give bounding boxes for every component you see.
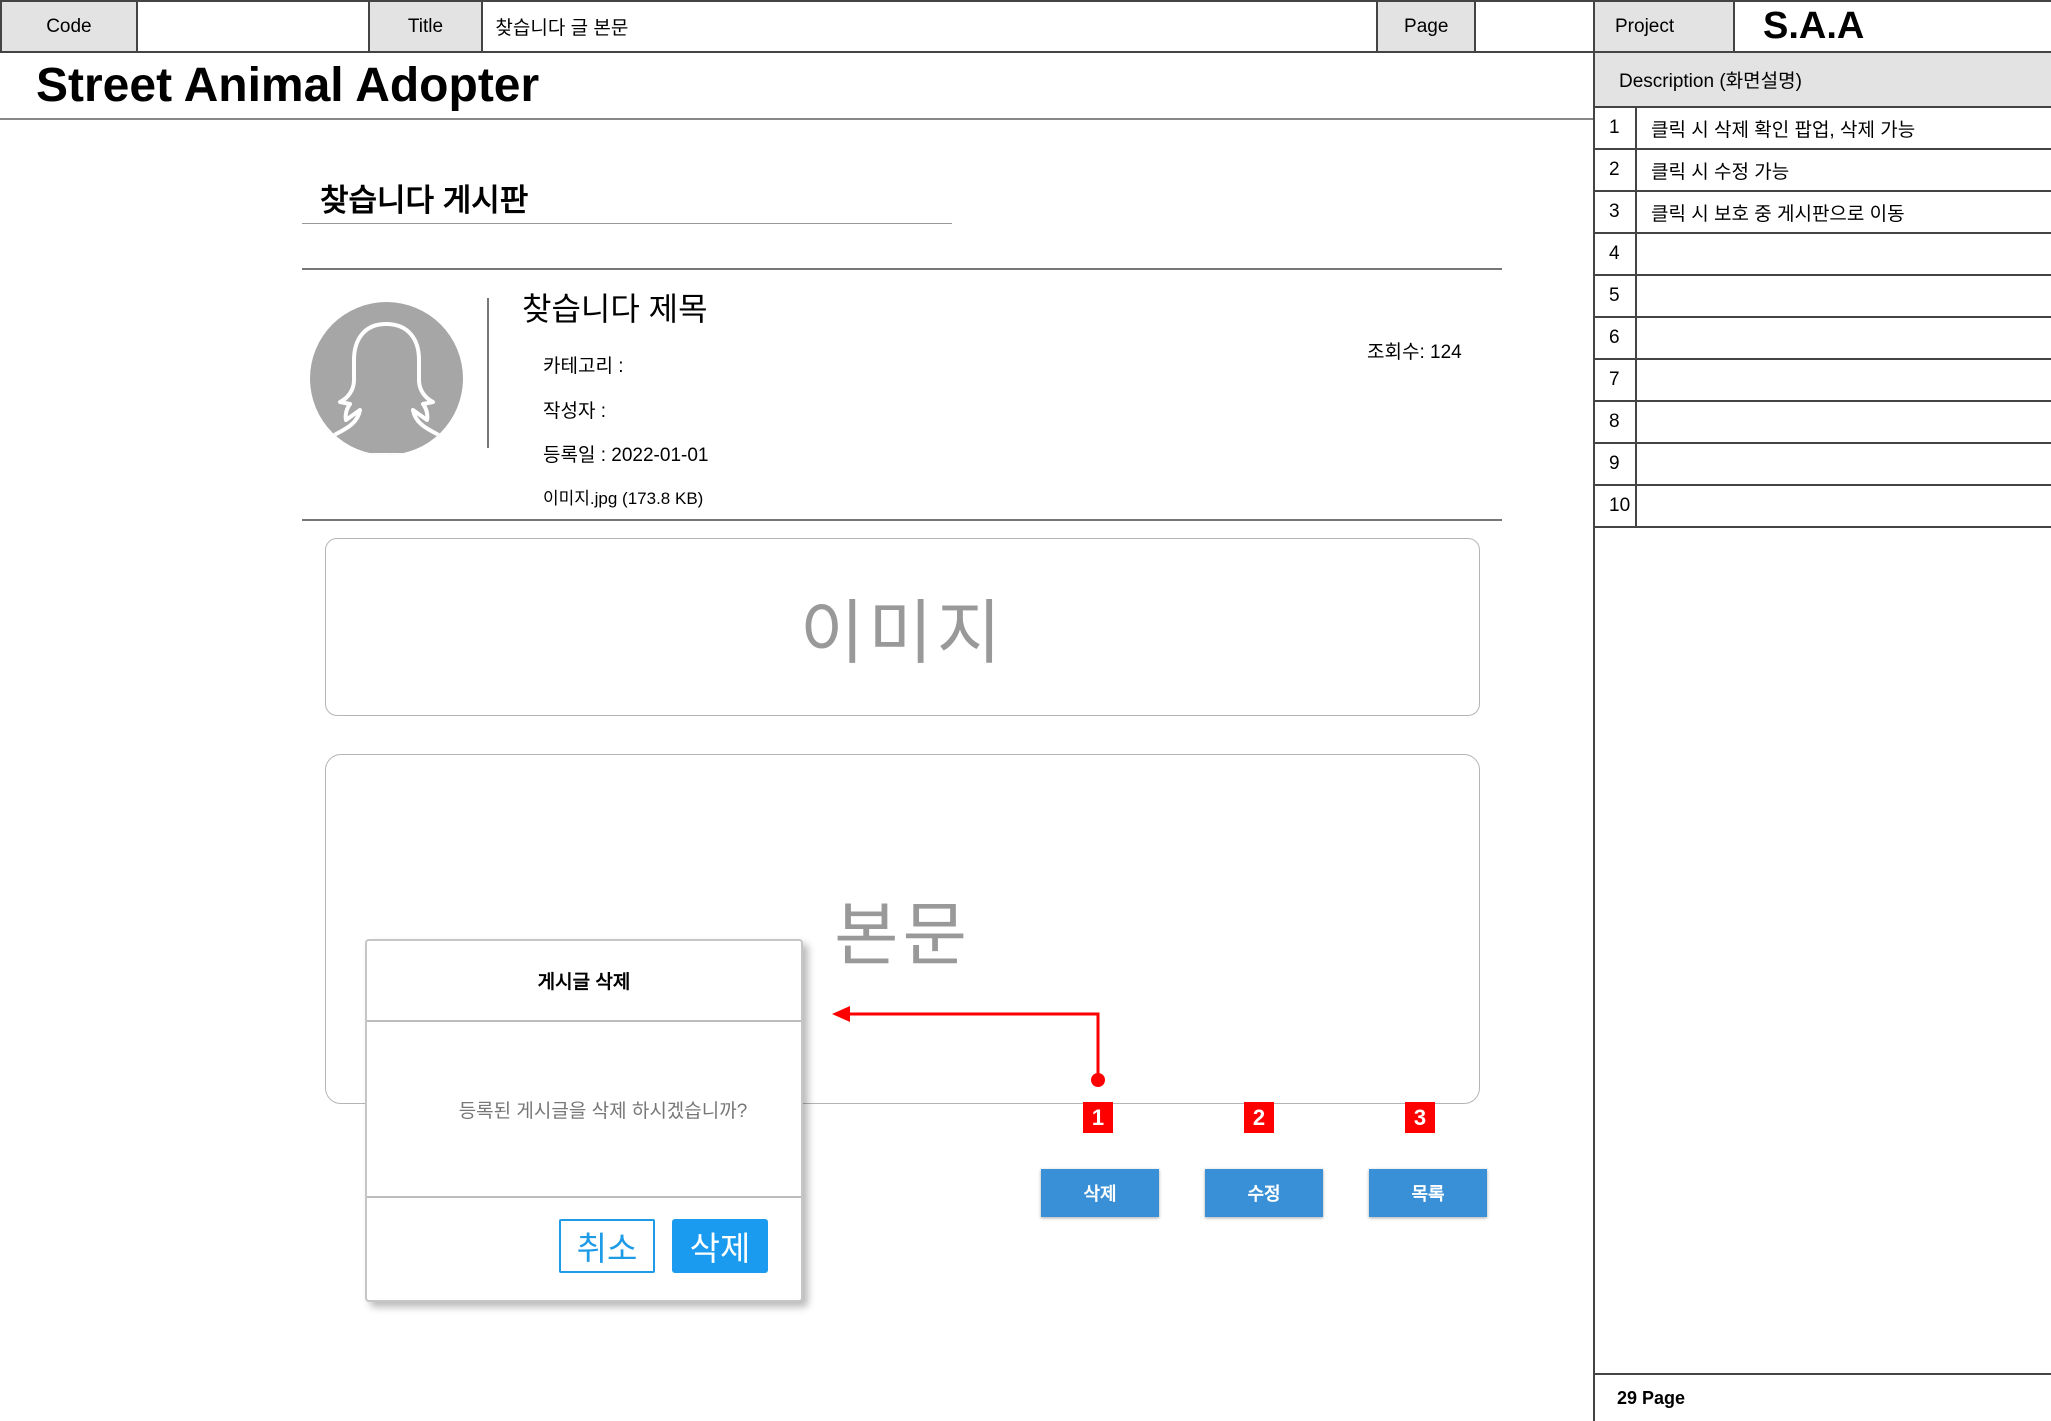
annotation-marker-1: 1 xyxy=(1083,1102,1113,1133)
dialog-title: 게시글 삭제 xyxy=(367,941,801,1022)
divider xyxy=(302,519,1502,521)
divider xyxy=(487,298,489,448)
dialog-confirm-button[interactable]: 삭제 xyxy=(672,1219,768,1273)
row-number: 1 xyxy=(1595,108,1637,148)
page-value xyxy=(1476,2,1595,51)
divider xyxy=(302,268,1502,270)
dialog-cancel-button[interactable]: 취소 xyxy=(559,1219,655,1273)
post-category: 카테고리 : xyxy=(543,356,624,377)
annotation-marker-3: 3 xyxy=(1405,1102,1435,1133)
header-bar: Code Title 찾습니다 글 본문 Page xyxy=(0,0,1595,53)
row-text: 클릭 시 삭제 확인 팝업, 삭제 가능 xyxy=(1651,119,1916,141)
row-number: 10 xyxy=(1595,486,1637,526)
description-header: Description (화면설명) xyxy=(1595,53,2051,108)
row-text xyxy=(1637,402,2051,442)
row-number: 9 xyxy=(1595,444,1637,484)
description-row: 6 xyxy=(1595,318,2051,360)
list-button[interactable]: 목록 xyxy=(1369,1169,1487,1217)
row-text xyxy=(1637,486,2051,526)
post-author: 작성자 : xyxy=(543,401,606,422)
row-number: 4 xyxy=(1595,234,1637,274)
row-text xyxy=(1637,276,2051,316)
user-silhouette-icon xyxy=(328,322,445,455)
description-row: 3 클릭 시 보호 중 게시판으로 이동 xyxy=(1595,192,2051,234)
row-number: 6 xyxy=(1595,318,1637,358)
row-text xyxy=(1637,444,2051,484)
row-text xyxy=(1637,360,2051,400)
project-header: Project S.A.A xyxy=(1595,0,2051,53)
post-views: 조회수: 124 xyxy=(1367,342,1462,363)
description-row: 9 xyxy=(1595,444,2051,486)
delete-confirm-dialog: 게시글 삭제 등록된 게시글을 삭제 하시겠습니까? 취소 삭제 xyxy=(365,939,803,1302)
description-row: 10 xyxy=(1595,486,2051,528)
description-row: 7 xyxy=(1595,360,2051,402)
row-number: 3 xyxy=(1595,192,1637,232)
dialog-message: 등록된 게시글을 삭제 하시겠습니까? xyxy=(367,1022,801,1198)
edit-button[interactable]: 수정 xyxy=(1205,1169,1323,1217)
title-label: Title xyxy=(369,2,484,51)
row-text xyxy=(1637,318,2051,358)
board-title: 찾습니다 게시판 xyxy=(320,183,529,218)
row-text: 클릭 시 보호 중 게시판으로 이동 xyxy=(1651,203,1905,225)
row-number: 8 xyxy=(1595,402,1637,442)
description-panel: Description (화면설명) 1 클릭 시 삭제 확인 팝업, 삭제 가능… xyxy=(1593,53,2051,1421)
code-value xyxy=(138,2,370,51)
image-placeholder: 이미지 xyxy=(325,538,1480,716)
page-label: Page xyxy=(1378,2,1477,51)
row-number: 7 xyxy=(1595,360,1637,400)
description-row: 1 클릭 시 삭제 확인 팝업, 삭제 가능 xyxy=(1595,108,2051,150)
divider xyxy=(0,118,1593,120)
annotation-marker-2: 2 xyxy=(1244,1102,1274,1133)
divider xyxy=(302,223,952,224)
row-number: 2 xyxy=(1595,150,1637,190)
project-label: Project xyxy=(1595,2,1735,51)
description-row: 8 xyxy=(1595,402,2051,444)
description-row: 5 xyxy=(1595,276,2051,318)
row-text xyxy=(1637,234,2051,274)
title-value: 찾습니다 글 본문 xyxy=(483,2,1379,51)
post-date: 등록일 : 2022-01-01 xyxy=(543,445,709,466)
avatar xyxy=(310,302,463,455)
row-text: 클릭 시 수정 가능 xyxy=(1651,161,1790,183)
project-value: S.A.A xyxy=(1763,5,1865,47)
page-footer: 29 Page xyxy=(1595,1373,2051,1421)
row-number: 5 xyxy=(1595,276,1637,316)
post-title: 찾습니다 제목 xyxy=(522,291,708,327)
description-row: 2 클릭 시 수정 가능 xyxy=(1595,150,2051,192)
post-attachment[interactable]: 이미지.jpg (173.8 KB) xyxy=(543,484,703,509)
description-row: 4 xyxy=(1595,234,2051,276)
app-title: Street Animal Adopter xyxy=(36,59,540,112)
delete-button[interactable]: 삭제 xyxy=(1041,1169,1159,1217)
code-label: Code xyxy=(2,2,138,51)
